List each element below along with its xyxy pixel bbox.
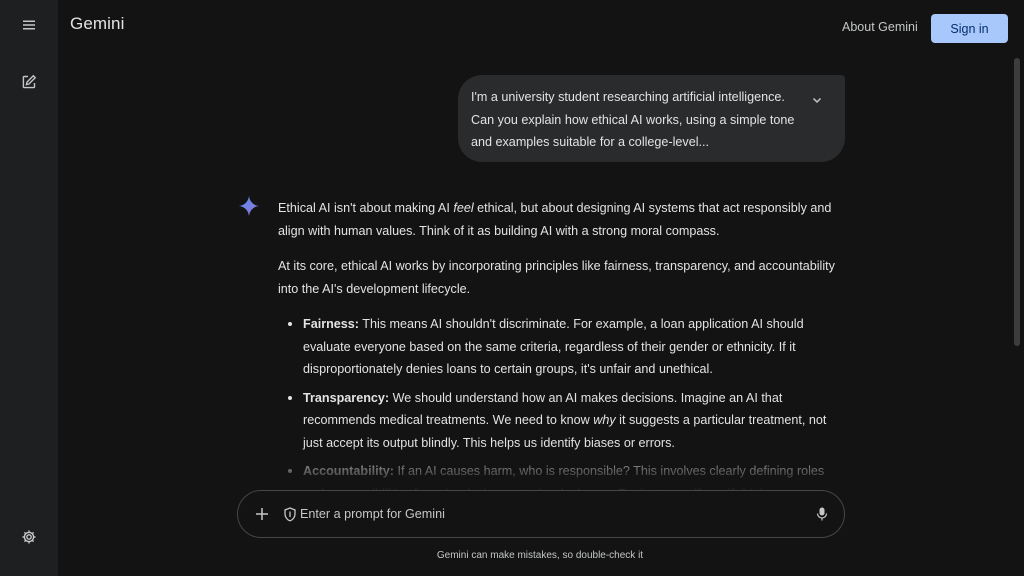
prompt-input[interactable] bbox=[300, 503, 800, 525]
plus-icon bbox=[256, 508, 268, 520]
prompt-bar bbox=[237, 490, 845, 538]
response-paragraph: At its core, ethical AI works by incorpo… bbox=[278, 259, 835, 296]
list-item: Transparency: We should understand how a… bbox=[288, 387, 846, 455]
gemini-response: Ethical AI isn't about making AI feel et… bbox=[278, 197, 846, 497]
scrollbar-thumb[interactable] bbox=[1014, 58, 1020, 346]
brand-title[interactable]: Gemini bbox=[70, 14, 124, 34]
user-message-bubble: I'm a university student researching art… bbox=[458, 75, 845, 162]
side-rail bbox=[0, 0, 58, 576]
expand-message-button[interactable] bbox=[807, 90, 827, 110]
main-menu-button[interactable] bbox=[13, 9, 45, 41]
menu-icon bbox=[23, 20, 35, 30]
chevron-down-icon bbox=[812, 97, 822, 104]
about-gemini-link[interactable]: About Gemini bbox=[842, 20, 918, 34]
shield-icon bbox=[284, 507, 296, 522]
scrollbar[interactable] bbox=[1014, 58, 1020, 498]
edit-icon bbox=[22, 74, 37, 89]
gear-icon bbox=[22, 530, 36, 544]
new-chat-button[interactable] bbox=[13, 66, 45, 98]
microphone-icon bbox=[816, 507, 828, 521]
response-paragraph: Ethical AI isn't about making AI feel et… bbox=[278, 201, 832, 238]
add-attachment-button[interactable] bbox=[250, 502, 274, 526]
gemini-spark-icon bbox=[238, 195, 260, 217]
microphone-button[interactable] bbox=[810, 502, 834, 526]
sign-in-button[interactable]: Sign in bbox=[931, 14, 1008, 43]
gemini-app: Gemini About Gemini Sign in I'm a univer… bbox=[0, 0, 1024, 576]
user-message-text: I'm a university student researching art… bbox=[471, 90, 795, 149]
settings-button[interactable] bbox=[13, 521, 45, 553]
list-item: Fairness: This means AI shouldn't discri… bbox=[288, 313, 846, 381]
disclaimer-text: Gemini can make mistakes, so double-chec… bbox=[436, 550, 644, 561]
response-list: Fairness: This means AI shouldn't discri… bbox=[278, 313, 846, 497]
